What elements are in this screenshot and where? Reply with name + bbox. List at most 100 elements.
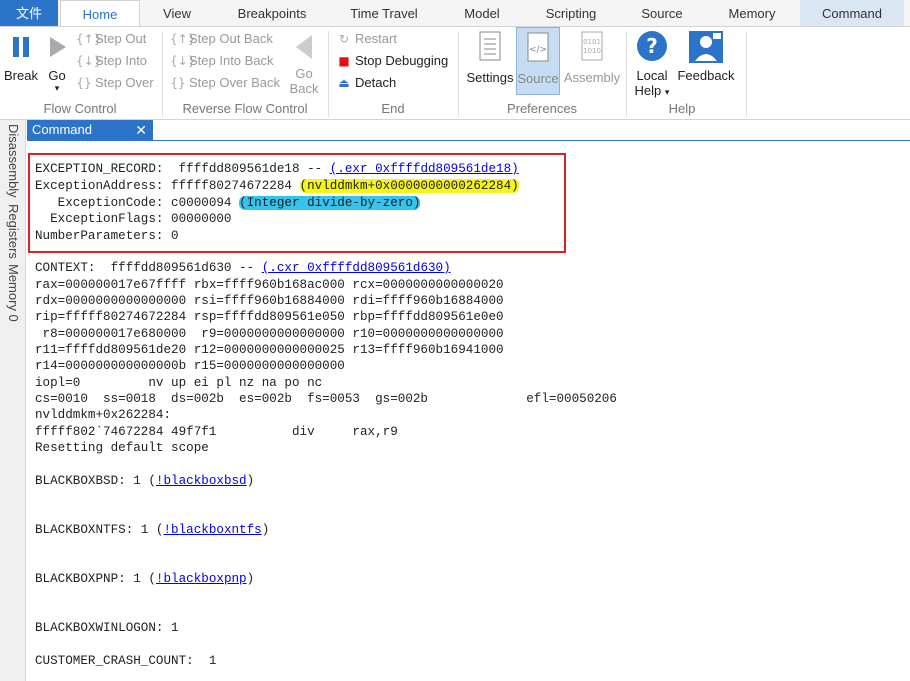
blackboxpnp-link[interactable]: !blackboxpnp — [156, 572, 247, 586]
stop-debugging-label: Stop Debugging — [355, 53, 449, 68]
blackbox-pnp-text: BLACKBOXPNP: 1 ( — [35, 572, 156, 586]
step-out-button[interactable]: {↑}Step Out — [76, 29, 146, 49]
detach-icon: ⏏ — [338, 76, 350, 90]
step-into-icon: {↓} — [76, 54, 102, 68]
paren: ) — [261, 523, 270, 537]
detach-button[interactable]: ⏏ Detach — [336, 73, 396, 93]
command-panel-tab[interactable]: Command ✕ — [27, 120, 153, 140]
svg-text:</>: </> — [529, 45, 547, 55]
tab-model[interactable]: Model — [448, 0, 516, 26]
ribbon-divider — [328, 31, 329, 117]
preferences-group-label: Preferences — [506, 101, 578, 116]
register-line: r14=000000000000000b r15=000000000000000… — [35, 359, 345, 373]
step-over-back-button[interactable]: {} Step Over Back — [170, 73, 280, 93]
step-into-back-button[interactable]: {↓}Step Into Back — [170, 51, 274, 71]
local-help-label-2: Help ▾ — [632, 83, 672, 100]
play-icon — [50, 37, 66, 57]
disassembly-line: fffff802`74672284 49f7f1 div rax,r9 — [35, 425, 398, 439]
source-button[interactable]: </> Source — [516, 27, 560, 95]
help-icon: ? — [637, 31, 667, 61]
pause-icon — [13, 37, 29, 57]
ribbon: Break Go ▾ {↑}Step Out {↓}Step Into {} St… — [0, 26, 910, 120]
step-over-back-label: Step Over Back — [189, 75, 281, 90]
tab-scripting[interactable]: Scripting — [530, 0, 612, 26]
side-tab-memory-0[interactable]: Memory 0 — [6, 264, 21, 322]
stop-debugging-button[interactable]: ■ Stop Debugging — [336, 51, 448, 71]
step-out-back-icon: {↑} — [170, 32, 196, 46]
step-into-back-icon: {↓} — [170, 54, 196, 68]
feedback-button[interactable]: Feedback — [676, 29, 736, 83]
side-tab-registers[interactable]: Registers — [6, 204, 21, 259]
settings-label: Settings — [466, 70, 514, 85]
register-line: rip=fffff80274672284 rsp=ffffdd809561e05… — [35, 310, 504, 324]
close-icon[interactable]: ✕ — [135, 120, 147, 140]
help-dropdown-icon[interactable]: ▾ — [665, 87, 670, 97]
step-over-button[interactable]: {} Step Over — [76, 73, 154, 93]
scope-line: Resetting default scope — [35, 441, 209, 455]
blackbox-bsd-line: BLACKBOXBSD: 1 (!blackboxbsd) — [35, 473, 254, 489]
exception-code-text: ExceptionCode: c0000094 — [35, 196, 240, 210]
assembly-binary-icon: 01011010 — [581, 31, 603, 61]
symbol-line: nvlddmkm+0x262284: — [35, 408, 172, 422]
register-line: r8=000000017e680000 r9=0000000000000000 … — [35, 327, 504, 341]
end-group-label: End — [381, 101, 405, 116]
break-button[interactable]: Break — [3, 29, 39, 83]
step-into-back-label: Step Into Back — [189, 53, 274, 68]
step-into-button[interactable]: {↓}Step Into — [76, 51, 147, 71]
go-label: Go — [48, 68, 66, 83]
cxr-link[interactable]: (.cxr 0xffffdd809561d630) — [262, 261, 451, 275]
step-out-back-button[interactable]: {↑}Step Out Back — [170, 29, 273, 49]
tab-time-travel[interactable]: Time Travel — [338, 0, 430, 26]
tab-source[interactable]: Source — [626, 0, 698, 26]
panel-underline — [27, 140, 910, 141]
restart-button[interactable]: ↻ Restart — [336, 29, 397, 49]
step-into-label: Step Into — [95, 53, 148, 68]
step-out-label: Step Out — [95, 31, 147, 46]
assembly-button[interactable]: 0101 1010 Assembly — [562, 29, 622, 85]
tab-file[interactable]: 文件 — [0, 0, 58, 26]
restart-icon: ↻ — [338, 32, 350, 46]
tab-memory[interactable]: Memory — [712, 0, 792, 26]
go-button[interactable]: Go ▾ — [42, 29, 72, 93]
feedback-label: Feedback — [677, 68, 735, 83]
local-help-button[interactable]: ? Local Help ▾ — [632, 29, 672, 100]
blackbox-winlogon-line: BLACKBOXWINLOGON: 1 — [35, 621, 179, 635]
exception-record-text: EXCEPTION_RECORD: ffffdd809561de18 -- — [35, 162, 330, 176]
exception-address-text: ExceptionAddress: fffff80274672284 — [35, 179, 300, 193]
exception-code-highlight: (Integer divide-by-zero) — [239, 196, 421, 210]
flow-control-group-label: Flow Control — [43, 101, 117, 116]
flags-line: iopl=0 nv up ei pl nz na po nc — [35, 376, 323, 390]
exr-link[interactable]: (.exr 0xffffdd809561de18) — [330, 162, 519, 176]
exception-record-line: EXCEPTION_RECORD: ffffdd809561de18 -- (.… — [35, 161, 519, 177]
tab-breakpoints[interactable]: Breakpoints — [222, 0, 322, 26]
step-over-label: Step Over — [95, 75, 154, 90]
restart-label: Restart — [355, 31, 397, 46]
number-parameters-line: NumberParameters: 0 — [35, 229, 179, 243]
blackboxntfs-link[interactable]: !blackboxntfs — [163, 523, 261, 537]
exception-address-highlight: (nvlddmkm+0x0000000000262284) — [299, 179, 519, 193]
tab-command[interactable]: Command — [800, 0, 904, 26]
blackbox-pnp-line: BLACKBOXPNP: 1 (!blackboxpnp) — [35, 571, 254, 587]
break-label: Break — [4, 68, 38, 83]
go-back-button[interactable]: Go Back — [286, 29, 322, 96]
step-over-back-icon: {} — [170, 76, 186, 90]
feedback-person-icon — [689, 31, 723, 63]
register-line: rax=000000017e67ffff rbx=ffff960b168ac00… — [35, 278, 504, 292]
blackboxbsd-link[interactable]: !blackboxbsd — [156, 474, 247, 488]
side-tab-disassembly[interactable]: Disassembly — [6, 124, 21, 198]
settings-button[interactable]: Settings — [464, 29, 516, 85]
menu-tab-bar: 文件 Home View Breakpoints Time Travel Mod… — [0, 0, 910, 26]
register-line: rdx=0000000000000000 rsi=ffff960b1688400… — [35, 294, 504, 308]
ribbon-divider — [626, 31, 627, 117]
help-group-label: Help — [668, 101, 696, 116]
reverse-flow-group-label: Reverse Flow Control — [182, 101, 308, 116]
register-line: r11=ffffdd809561de20 r12=000000000000002… — [35, 343, 504, 357]
blackbox-bsd-text: BLACKBOXBSD: 1 ( — [35, 474, 156, 488]
context-line: CONTEXT: ffffdd809561d630 -- (.cxr 0xfff… — [35, 260, 451, 276]
svg-text:?: ? — [646, 34, 658, 58]
tab-home[interactable]: Home — [60, 0, 140, 26]
tab-view[interactable]: View — [140, 0, 214, 26]
go-dropdown-icon[interactable]: ▾ — [42, 83, 72, 93]
command-panel-title: Command — [32, 122, 92, 137]
go-back-label-2: Back — [289, 81, 319, 96]
